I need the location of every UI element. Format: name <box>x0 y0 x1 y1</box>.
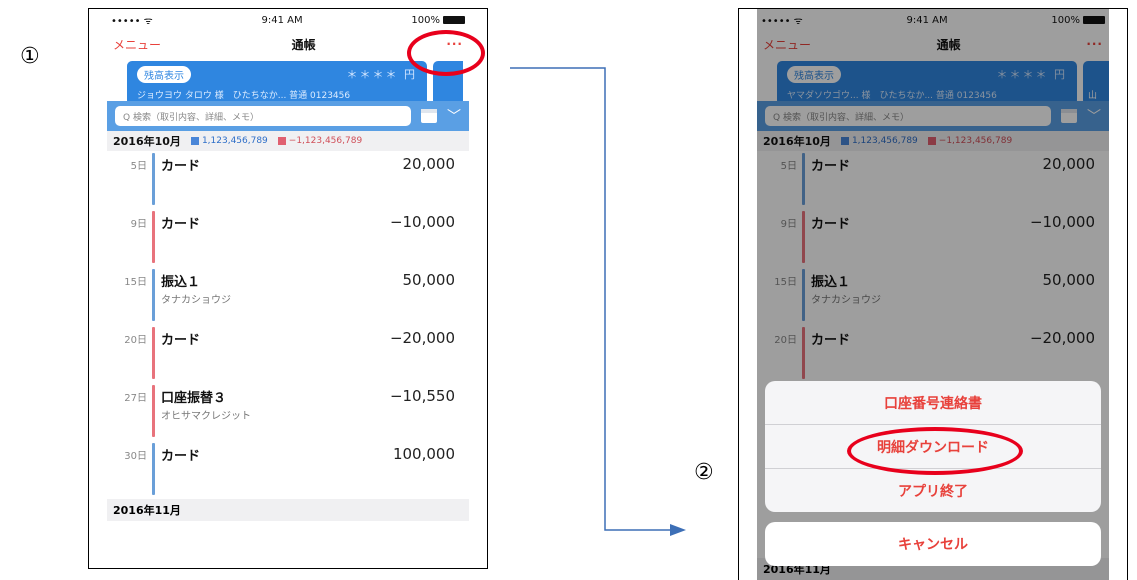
transaction-amount: −10,000 <box>389 213 455 231</box>
transaction-row[interactable]: 5日 カード 20,000 <box>107 151 469 209</box>
next-month-header: 2016年11月 <box>107 499 469 521</box>
transaction-row[interactable]: 15日 振込１ タナカショウジ 50,000 <box>107 267 469 325</box>
transaction-day: 9日 <box>130 219 147 230</box>
transaction-name: 口座振替３ <box>161 391 227 406</box>
month-header: 2016年10月 1,123,456,789 −1,123,456,789 <box>107 131 469 151</box>
transaction-amount: 20,000 <box>402 155 456 173</box>
step-one-marker: ① <box>20 44 40 69</box>
account-card[interactable]: 残高表示 ＊＊＊＊ 円 ジョウヨウ タロウ 様 ひたちなか... 普通 0123… <box>127 61 427 101</box>
signal-indicator: ••••• ᯤ <box>111 16 153 27</box>
battery-indicator: 100% <box>411 15 465 26</box>
transaction-day: 27日 <box>124 393 147 404</box>
account-number-notice-button[interactable]: 口座番号連絡書 <box>765 381 1101 425</box>
chevron-down-icon[interactable]: ﹀ <box>447 106 461 126</box>
transaction-amount: −10,550 <box>389 387 455 405</box>
transaction-day: 30日 <box>124 451 147 462</box>
transaction-details: カード <box>161 441 345 465</box>
search-bar: Q 検索（取引内容、詳細、メモ） ﹀ <box>107 101 469 131</box>
transaction-list: 5日 カード 20,000 9日 カード −10,000 15日 振込１ タナカショウジ 50,0… <box>107 151 469 499</box>
income-total: 1,123,456,789 <box>190 136 268 146</box>
expense-total: −1,123,456,789 <box>277 136 362 146</box>
phone-screen-dimmed: ••••• ᯤ 9:41 AM 100% メニュー 通帳 ··· 残高表示 ＊＊… <box>757 9 1109 580</box>
transaction-subtitle: オヒサマクレジット <box>161 411 251 422</box>
transaction-name: カード <box>161 449 201 464</box>
transaction-details: カード <box>161 209 345 233</box>
transaction-amount: 50,000 <box>402 271 456 289</box>
transaction-day: 15日 <box>124 277 147 288</box>
highlight-oval-download <box>847 427 1023 475</box>
transaction-type-bar <box>152 269 155 321</box>
balance-display-button[interactable]: 残高表示 <box>137 66 191 83</box>
status-time: 9:41 AM <box>261 14 303 26</box>
screenshot-frame-step-1: ••••• ᯤ 9:41 AM 100% メニュー 通帳 ··· 残高表示 ＊＊… <box>88 8 488 569</box>
screenshot-frame-step-2: ••••• ᯤ 9:41 AM 100% メニュー 通帳 ··· 残高表示 ＊＊… <box>738 8 1128 580</box>
transaction-row[interactable]: 27日 口座振替３ オヒサマクレジット −10,550 <box>107 383 469 441</box>
transaction-amount: −20,000 <box>389 329 455 347</box>
status-bar: ••••• ᯤ 9:41 AM 100% <box>107 9 469 31</box>
search-input[interactable]: Q 検索（取引内容、詳細、メモ） <box>115 106 411 126</box>
transaction-row[interactable]: 20日 カード −20,000 <box>107 325 469 383</box>
transaction-details: 振込１ タナカショウジ <box>161 267 345 306</box>
masked-balance: ＊＊＊＊ 円 <box>346 68 417 81</box>
transaction-details: カード <box>161 151 345 175</box>
transaction-type-bar <box>152 327 155 379</box>
step-two-marker: ② <box>694 460 714 485</box>
transaction-type-bar <box>152 153 155 205</box>
transaction-row[interactable]: 30日 カード 100,000 <box>107 441 469 499</box>
transaction-type-bar <box>152 443 155 495</box>
transaction-day: 5日 <box>130 161 147 172</box>
transaction-name: カード <box>161 333 201 348</box>
transaction-name: カード <box>161 159 201 174</box>
transaction-type-bar <box>152 211 155 263</box>
transaction-details: 口座振替３ オヒサマクレジット <box>161 383 345 422</box>
transaction-name: 振込１ <box>161 275 201 290</box>
expense-icon <box>277 136 286 145</box>
step-connector-arrow <box>510 67 686 536</box>
transaction-row[interactable]: 9日 カード −10,000 <box>107 209 469 267</box>
transaction-details: カード <box>161 325 345 349</box>
cancel-button[interactable]: キャンセル <box>765 522 1101 566</box>
quit-app-button[interactable]: アプリ終了 <box>765 469 1101 512</box>
transaction-subtitle: タナカショウジ <box>161 295 231 306</box>
transaction-amount: 100,000 <box>392 445 455 463</box>
page-title: 通帳 <box>291 37 316 52</box>
phone-screen: ••••• ᯤ 9:41 AM 100% メニュー 通帳 ··· 残高表示 ＊＊… <box>107 9 469 568</box>
calendar-icon[interactable] <box>421 109 437 123</box>
menu-button[interactable]: メニュー <box>113 36 161 53</box>
month-label: 2016年10月 <box>113 135 181 148</box>
transaction-day: 20日 <box>124 335 147 346</box>
account-holder-line: ジョウヨウ タロウ 様 ひたちなか... 普通 0123456 <box>137 91 351 101</box>
battery-icon <box>442 15 465 24</box>
income-icon <box>190 136 199 145</box>
highlight-oval-more-button <box>407 30 485 76</box>
transaction-type-bar <box>152 385 155 437</box>
transaction-name: カード <box>161 217 201 232</box>
